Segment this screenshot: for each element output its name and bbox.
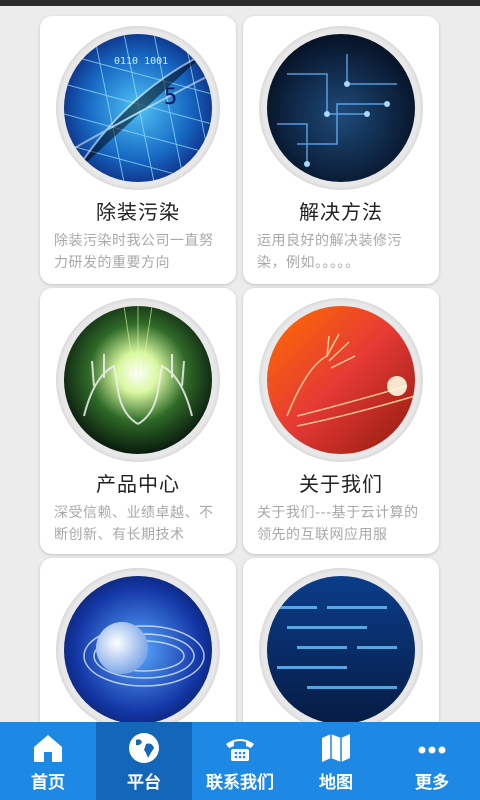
blue-data-grid-image: 5 0110 1001: [64, 34, 212, 182]
card-description: 运用良好的解决装修污染，例如。。。。。: [257, 233, 402, 271]
card-description: 深受信赖、业绩卓越、不断创新、有长期技术: [54, 505, 214, 543]
tab-label: 联系我们: [206, 773, 274, 793]
tab-contact-us[interactable]: 联系我们: [192, 722, 288, 800]
tab-label: 更多: [415, 773, 449, 793]
circuit-board-image: [267, 34, 415, 182]
card-solutions[interactable]: 解决方法 运用良好的解决装修污染，例如。。。。。: [243, 16, 439, 284]
orange-wireframe-hand-image: [267, 306, 415, 454]
glowing-hands-image: [64, 306, 212, 454]
bottom-tab-bar: 首页 平台 联系我们 地图 更多: [0, 722, 480, 800]
card-image-frame: 5 0110 1001: [56, 26, 220, 190]
earth-globe-image: [64, 576, 212, 722]
card-image-frame: [259, 298, 423, 462]
card-image-frame: [56, 568, 220, 722]
card-image-frame: [259, 26, 423, 190]
tab-more[interactable]: 更多: [384, 722, 480, 800]
tab-label: 平台: [127, 773, 161, 793]
card-title: 关于我们: [299, 472, 383, 496]
blue-data-stream-image: [267, 576, 415, 722]
home-icon: [30, 730, 66, 766]
card-image-frame: [259, 568, 423, 722]
card-grid: 5 0110 1001 除装污染 除装污染时我公司一直努力研发的重要方向 解决方…: [0, 0, 480, 722]
tab-home[interactable]: 首页: [0, 722, 96, 800]
card-image-frame: [56, 298, 220, 462]
globe-icon: [126, 730, 162, 766]
card-product-center[interactable]: 产品中心 深受信赖、业绩卓越、不断创新、有长期技术: [40, 288, 236, 554]
phone-icon: [222, 730, 258, 766]
card-description: 关于我们---基于云计算的领先的互联网应用服: [257, 505, 419, 543]
tab-platform[interactable]: 平台: [96, 722, 192, 800]
card-pollution-removal[interactable]: 5 0110 1001 除装污染 除装污染时我公司一直努力研发的重要方向: [40, 16, 236, 284]
tab-label: 首页: [31, 773, 65, 793]
tab-map[interactable]: 地图: [288, 722, 384, 800]
svg-text:0110 1001: 0110 1001: [114, 56, 168, 67]
card-6[interactable]: [243, 558, 439, 722]
card-title: 解决方法: [299, 200, 383, 224]
card-description: 除装污染时我公司一直努力研发的重要方向: [54, 233, 214, 271]
card-title: 除装污染: [96, 200, 180, 224]
svg-text:5: 5: [164, 85, 177, 110]
card-about-us[interactable]: 关于我们 关于我们---基于云计算的领先的互联网应用服: [243, 288, 439, 554]
tab-label: 地图: [319, 773, 353, 793]
map-icon: [318, 730, 354, 766]
card-title: 产品中心: [96, 472, 180, 496]
card-5[interactable]: [40, 558, 236, 722]
more-icon: [414, 730, 450, 766]
